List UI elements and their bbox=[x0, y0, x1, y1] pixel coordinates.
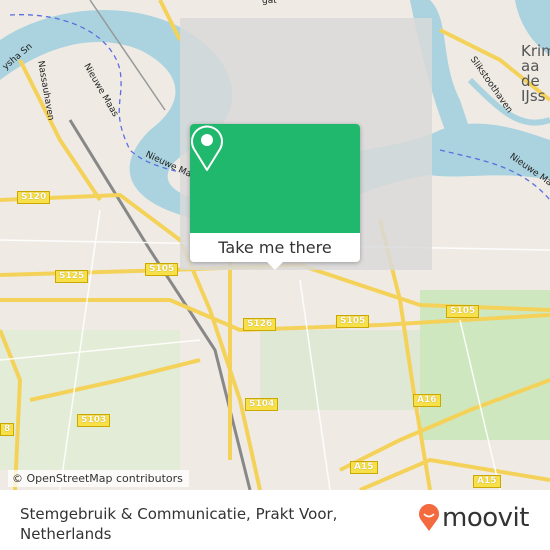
place-name: Stemgebruik & Communicatie, Prakt Voor, … bbox=[20, 505, 338, 543]
moovit-pin-icon bbox=[419, 504, 439, 531]
map[interactable]: gat ysha Sn Nassauhaven Nieuwe Maas Nieu… bbox=[0, 0, 550, 490]
road-shield: 8 bbox=[0, 423, 15, 436]
road-shield: S103 bbox=[77, 414, 111, 427]
road-shield: S126 bbox=[243, 318, 277, 331]
road-shield: A15 bbox=[350, 461, 378, 474]
map-label-krimpen: Krim aa de IJss bbox=[521, 42, 550, 105]
road-shield: S105 bbox=[446, 305, 480, 318]
destination-popup: Take me there bbox=[190, 124, 360, 270]
road-shield: S120 bbox=[17, 191, 51, 204]
road-shield: S104 bbox=[245, 398, 279, 411]
footer: Stemgebruik & Communicatie, Prakt Voor, … bbox=[0, 490, 550, 550]
road-shield: A16 bbox=[413, 394, 441, 407]
road-shield: A15 bbox=[473, 475, 501, 488]
take-me-there-button[interactable]: Take me there bbox=[190, 233, 360, 262]
road-shield: S125 bbox=[55, 270, 89, 283]
map-label-top: gat bbox=[262, 0, 277, 6]
map-pin-icon bbox=[191, 125, 223, 171]
map-attribution[interactable]: © OpenStreetMap contributors bbox=[8, 470, 189, 487]
popup-tail bbox=[267, 262, 283, 270]
road-shield: S105 bbox=[336, 315, 370, 328]
moovit-logo[interactable]: moovit bbox=[418, 503, 529, 533]
popup-header bbox=[190, 124, 360, 233]
road-shield: S105 bbox=[145, 263, 179, 276]
moovit-logo-text: moovit bbox=[442, 503, 529, 533]
